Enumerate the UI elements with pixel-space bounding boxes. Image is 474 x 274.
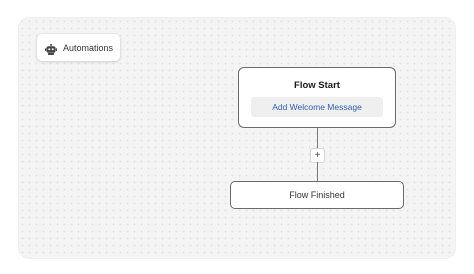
automations-chip[interactable]: Automations — [37, 34, 120, 61]
add-step-button[interactable]: + — [310, 148, 325, 163]
connector-line-top — [317, 128, 319, 148]
robot-icon — [45, 42, 57, 55]
flow-start-title: Flow Start — [294, 80, 340, 91]
flow-finished-node[interactable]: Flow Finished — [230, 181, 404, 209]
flow-start-node[interactable]: Flow Start Add Welcome Message — [238, 67, 396, 128]
connector-line-bottom — [317, 162, 319, 181]
add-welcome-message-button[interactable]: Add Welcome Message — [251, 97, 383, 117]
automations-label: Automations — [63, 42, 114, 53]
